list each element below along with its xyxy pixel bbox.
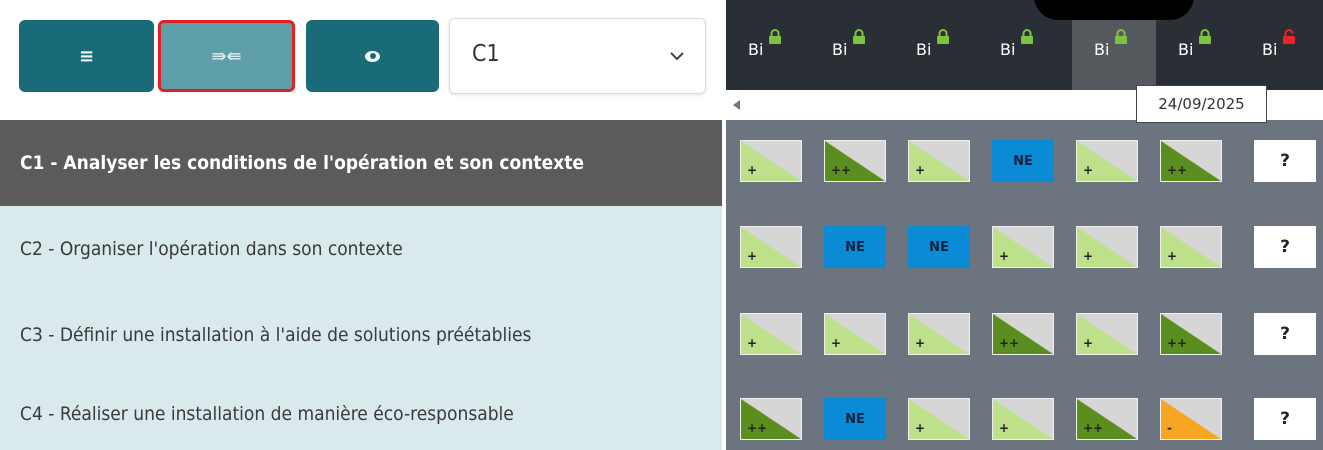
evaluation-tab-label: Bi — [1000, 40, 1016, 59]
grid-cell-value: ? — [1280, 324, 1290, 344]
competence-row-c1[interactable]: C1 - Analyser les conditions de l'opérat… — [0, 120, 722, 206]
lock-closed-icon — [1115, 29, 1127, 44]
competence-label: C3 - Définir une installation à l'aide d… — [20, 324, 532, 346]
grid-cell-unknown[interactable]: ? — [1254, 398, 1316, 440]
menu-button[interactable]: ≡ — [19, 20, 154, 92]
grid-cell-value: ++ — [999, 336, 1020, 350]
evaluation-tab-7[interactable]: Bi — [1240, 0, 1323, 90]
evaluation-tab-label: Bi — [748, 40, 764, 59]
grid-cell-value: + — [747, 163, 758, 177]
grid-cell-unknown[interactable]: ? — [1254, 140, 1316, 182]
grid-cell-value: + — [1083, 336, 1094, 350]
evaluation-tab-label: Bi — [832, 40, 848, 59]
competence-label: C2 - Organiser l'opération dans son cont… — [20, 238, 403, 260]
competence-row-c4[interactable]: C4 - Réaliser une installation de manièr… — [0, 378, 722, 450]
grid-cell-level[interactable]: + — [740, 140, 802, 182]
grid-cell-value: + — [831, 336, 842, 350]
grid-cell-value: + — [915, 336, 926, 350]
grid-cell-value: NE — [845, 239, 865, 255]
grid-cell-level[interactable]: + — [992, 398, 1054, 440]
camera-notch — [1034, 0, 1194, 20]
grid-cell-value: ? — [1280, 151, 1290, 171]
grid-cell-level[interactable]: + — [908, 398, 970, 440]
competence-label: C1 - Analyser les conditions de l'opérat… — [20, 152, 584, 174]
competence-label: C4 - Réaliser une installation de manièr… — [20, 403, 514, 425]
lock-closed-icon — [769, 29, 781, 44]
grid-cell-level[interactable]: + — [740, 226, 802, 268]
compress-icon: ⇛⇚ — [211, 45, 242, 67]
grid-cell-value: ? — [1280, 409, 1290, 429]
grid-cell-not-evaluated[interactable]: NE — [824, 398, 886, 440]
grid-cell-value: + — [915, 163, 926, 177]
lock-closed-icon — [1021, 29, 1033, 44]
grid-cell-value: NE — [845, 411, 865, 427]
grid-cell-value: + — [1083, 163, 1094, 177]
chevron-down-icon — [670, 52, 684, 61]
compress-columns-button[interactable]: ⇛⇚ — [158, 20, 295, 92]
grid-cell-not-evaluated[interactable]: NE — [824, 226, 886, 268]
grid-cell-level[interactable]: ++ — [824, 140, 886, 182]
view-button[interactable] — [306, 20, 439, 92]
grid-cell-value: NE — [1013, 153, 1033, 169]
grid-cell-unknown[interactable]: ? — [1254, 313, 1316, 355]
grid-cell-level[interactable]: + — [992, 226, 1054, 268]
evaluation-grid-panel: Bi Bi Bi Bi Bi Bi Bi 24/09/2025 + ++ + NE + ++? + NE N… — [726, 0, 1323, 450]
grid-cell-not-evaluated[interactable]: NE — [908, 226, 970, 268]
grid-cell-level[interactable]: + — [1076, 226, 1138, 268]
grid-cell-value: + — [747, 249, 758, 263]
grid-cell-level[interactable]: + — [908, 313, 970, 355]
evaluation-tab-label: Bi — [1178, 40, 1194, 59]
grid-cell-level[interactable]: + — [1160, 226, 1222, 268]
grid-cell-level[interactable]: ++ — [1076, 398, 1138, 440]
grid-cell-level[interactable]: + — [1076, 313, 1138, 355]
eye-icon — [365, 50, 380, 62]
grid-cell-value: ? — [1280, 237, 1290, 257]
grid-cell-unknown[interactable]: ? — [1254, 226, 1316, 268]
competence-row-c2[interactable]: C2 - Organiser l'opération dans son cont… — [0, 206, 722, 292]
grid-cell-value: + — [1167, 249, 1178, 263]
evaluation-tab-3[interactable]: Bi — [894, 0, 978, 90]
grid-cell-level[interactable]: ++ — [1160, 313, 1222, 355]
grid-cell-value: ++ — [1167, 163, 1188, 177]
lock-closed-icon — [853, 29, 865, 44]
evaluation-tab-1[interactable]: Bi — [726, 0, 810, 90]
evaluation-tab-label: Bi — [1262, 40, 1278, 59]
grid-cell-level[interactable]: ++ — [740, 398, 802, 440]
evaluation-tabs-header: Bi Bi Bi Bi Bi Bi Bi — [726, 0, 1323, 90]
lock-open-icon — [1283, 29, 1295, 44]
evaluation-tab-label: Bi — [1094, 40, 1110, 59]
grid-cell-value: NE — [929, 239, 949, 255]
competence-row-c3[interactable]: C3 - Définir une installation à l'aide d… — [0, 292, 722, 378]
grid-cell-level[interactable]: - — [1160, 398, 1222, 440]
grid-cell-value: + — [747, 336, 758, 350]
grid-cell-level[interactable]: + — [824, 313, 886, 355]
grid-cell-value: ++ — [1167, 336, 1188, 350]
grid-cell-value: + — [1083, 249, 1094, 263]
grid-cell-value: ++ — [1083, 421, 1104, 435]
competence-panel: ≡ ⇛⇚ C1 C1 - Analyser les conditions de … — [0, 0, 722, 450]
grid-cell-value: ++ — [747, 421, 768, 435]
tooltip-date: 24/09/2025 — [1158, 95, 1245, 113]
grid-cell-level[interactable]: + — [1076, 140, 1138, 182]
competence-select-value: C1 — [472, 41, 500, 67]
competence-select[interactable]: C1 — [449, 18, 706, 94]
grid-cell-value: + — [999, 249, 1010, 263]
grid-cell-level[interactable]: + — [740, 313, 802, 355]
grid-cell-value: + — [915, 421, 926, 435]
evaluation-tab-label: Bi — [916, 40, 932, 59]
grid-cell-level[interactable]: + — [908, 140, 970, 182]
grid-cell-value: + — [999, 421, 1010, 435]
grid-cell-not-evaluated[interactable]: NE — [992, 140, 1054, 182]
grid-cell-level[interactable]: ++ — [1160, 140, 1222, 182]
grid-cell-value: - — [1167, 421, 1172, 435]
date-tooltip: 24/09/2025 — [1136, 85, 1267, 123]
menu-icon: ≡ — [78, 45, 95, 67]
evaluation-tab-2[interactable]: Bi — [810, 0, 894, 90]
lock-closed-icon — [1199, 29, 1211, 44]
lock-closed-icon — [937, 29, 949, 44]
grid-cell-level[interactable]: ++ — [992, 313, 1054, 355]
scroll-left-arrow-icon[interactable] — [733, 100, 740, 110]
grid-cell-value: ++ — [831, 163, 852, 177]
